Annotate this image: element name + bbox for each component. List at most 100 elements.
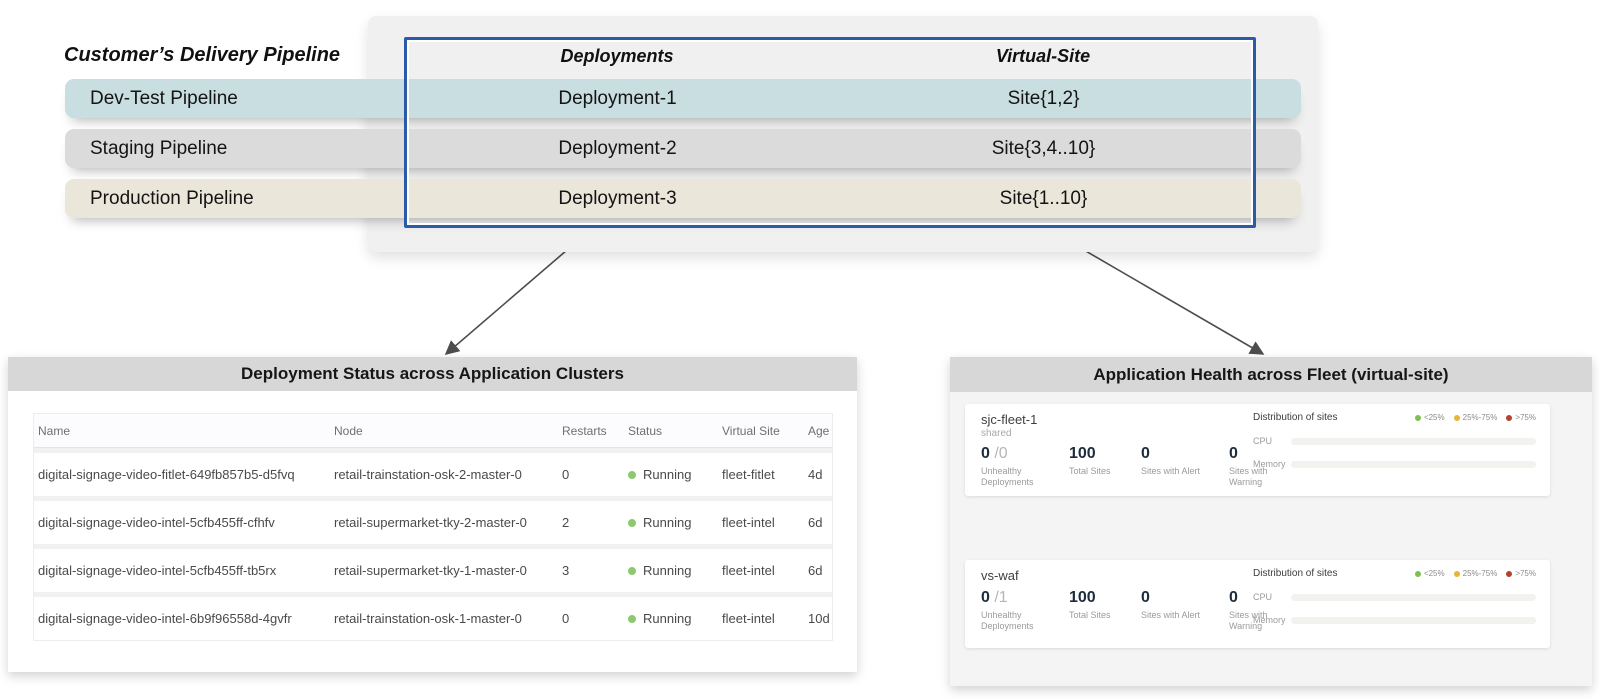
stat-label: Unhealthy Deployments xyxy=(981,466,1041,489)
age-value: 6d xyxy=(804,515,832,530)
stat-sites-with-alert: 0 Sites with Alert xyxy=(1141,589,1229,633)
stat-total-sites: 100 Total Sites xyxy=(1069,445,1141,489)
unhealthy-total: /0 xyxy=(994,445,1007,462)
age-value: 4d xyxy=(804,467,832,482)
application-health-header: Application Health across Fleet (virtual… xyxy=(950,357,1592,392)
column-header-name: Name xyxy=(34,424,330,438)
memory-distribution-row: Memory xyxy=(1253,615,1536,625)
stat-unhealthy-deployments: 0 /0 Unhealthy Deployments xyxy=(981,445,1069,489)
legend-item-high: >75% xyxy=(1506,569,1536,578)
node-name: retail-trainstation-osk-2-master-0 xyxy=(330,467,558,482)
restarts-value: 0 xyxy=(558,611,624,626)
table-row: digital-signage-video-intel-6b9f96558d-4… xyxy=(34,592,832,640)
pipeline-table-title: Customer’s Delivery Pipeline xyxy=(64,44,340,67)
legend-label: 25%-75% xyxy=(1463,413,1498,422)
unhealthy-value: 0 xyxy=(981,589,990,606)
stat-sites-with-alert: 0 Sites with Alert xyxy=(1141,445,1229,489)
age-value: 10d xyxy=(804,611,832,626)
legend-label: >75% xyxy=(1515,413,1536,422)
cpu-bar-track xyxy=(1291,594,1536,601)
legend-label: <25% xyxy=(1424,569,1445,578)
restarts-value: 3 xyxy=(558,563,624,578)
node-name: retail-supermarket-tky-1-master-0 xyxy=(330,563,558,578)
column-header-restarts: Restarts xyxy=(558,424,624,438)
table-row: digital-signage-video-intel-5cfb455ff-tb… xyxy=(34,544,832,592)
cpu-label: CPU xyxy=(1253,592,1291,602)
total-sites-value: 100 xyxy=(1069,445,1141,463)
legend-item-high: >75% xyxy=(1506,413,1536,422)
pipeline-name: Staging Pipeline xyxy=(65,138,227,160)
pod-name: digital-signage-video-intel-5cfb455ff-cf… xyxy=(34,515,330,530)
memory-distribution-row: Memory xyxy=(1253,459,1536,469)
legend-item-low: <25% xyxy=(1415,413,1445,422)
total-sites-value: 100 xyxy=(1069,589,1141,607)
running-status-dot xyxy=(628,519,636,527)
legend-label: <25% xyxy=(1424,413,1445,422)
running-status-dot xyxy=(628,567,636,575)
age-value: 6d xyxy=(804,563,832,578)
unhealthy-total: /1 xyxy=(994,589,1007,606)
pod-name: digital-signage-video-fitlet-649fb857b5-… xyxy=(34,467,330,482)
status-cell: Running xyxy=(624,467,718,482)
green-dot-icon xyxy=(1415,415,1421,421)
distribution-title: Distribution of sites xyxy=(1253,568,1337,579)
column-header-node: Node xyxy=(330,424,558,438)
application-health-title: Application Health across Fleet (virtual… xyxy=(1093,365,1448,385)
orange-dot-icon xyxy=(1454,415,1460,421)
stat-label: Sites with Warning xyxy=(1229,466,1289,489)
table-row: digital-signage-video-intel-5cfb455ff-cf… xyxy=(34,496,832,544)
stat-label: Sites with Alert xyxy=(1141,466,1201,477)
fleet-health-card-sjc-fleet-1: sjc-fleet-1 shared 0 /0 Unhealthy Deploy… xyxy=(965,404,1550,496)
stat-label: Total Sites xyxy=(1069,466,1129,477)
column-header-virtual-site: Virtual Site xyxy=(718,424,804,438)
running-status-dot xyxy=(628,615,636,623)
status-cell: Running xyxy=(624,515,718,530)
deployments-virtualsite-highlight-box xyxy=(404,37,1256,228)
status-cell: Running xyxy=(624,611,718,626)
memory-label: Memory xyxy=(1253,615,1291,625)
node-name: retail-supermarket-tky-2-master-0 xyxy=(330,515,558,530)
cpu-distribution-row: CPU xyxy=(1253,592,1536,602)
fleet-health-card-vs-waf: vs-waf 0 /1 Unhealthy Deployments 100 To… xyxy=(965,560,1550,648)
distribution-legend: <25% 25%-75% >75% xyxy=(1415,569,1536,578)
memory-label: Memory xyxy=(1253,459,1291,469)
red-dot-icon xyxy=(1506,571,1512,577)
legend-item-mid: 25%-75% xyxy=(1454,413,1498,422)
table-row: digital-signage-video-fitlet-649fb857b5-… xyxy=(34,448,832,496)
red-dot-icon xyxy=(1506,415,1512,421)
restarts-value: 2 xyxy=(558,515,624,530)
pipeline-name: Dev-Test Pipeline xyxy=(65,88,238,110)
pod-name: digital-signage-video-intel-5cfb455ff-tb… xyxy=(34,563,330,578)
virtual-site-value: fleet-intel xyxy=(718,563,804,578)
virtual-site-value: fleet-intel xyxy=(718,611,804,626)
sites-with-alert-value: 0 xyxy=(1141,445,1229,463)
running-status-dot xyxy=(628,471,636,479)
distribution-of-sites: Distribution of sites <25% 25%-75% >75% … xyxy=(1253,412,1536,469)
cpu-bar-track xyxy=(1291,438,1536,445)
deployment-status-panel: Deployment Status across Application Clu… xyxy=(8,357,857,672)
node-name: retail-trainstation-osk-1-master-0 xyxy=(330,611,558,626)
virtual-site-value: fleet-intel xyxy=(718,515,804,530)
pipeline-name: Production Pipeline xyxy=(65,188,254,210)
sites-with-alert-value: 0 xyxy=(1141,589,1229,607)
status-label: Running xyxy=(643,563,691,578)
status-label: Running xyxy=(643,611,691,626)
distribution-of-sites: Distribution of sites <25% 25%-75% >75% … xyxy=(1253,568,1536,625)
virtual-site-value: fleet-fitlet xyxy=(718,467,804,482)
distribution-title: Distribution of sites xyxy=(1253,412,1337,423)
deployment-table: Name Node Restarts Status Virtual Site A… xyxy=(33,413,833,641)
column-header-age: Age xyxy=(804,424,832,438)
application-health-panel: Application Health across Fleet (virtual… xyxy=(950,357,1592,686)
memory-bar-track xyxy=(1291,617,1536,624)
restarts-value: 0 xyxy=(558,467,624,482)
diagram-canvas: Customer’s Delivery Pipeline Deployments… xyxy=(0,0,1600,699)
status-cell: Running xyxy=(624,563,718,578)
cpu-label: CPU xyxy=(1253,436,1291,446)
stat-label: Unhealthy Deployments xyxy=(981,610,1041,633)
legend-label: 25%-75% xyxy=(1463,569,1498,578)
stat-label: Sites with Alert xyxy=(1141,610,1201,621)
stat-unhealthy-deployments: 0 /1 Unhealthy Deployments xyxy=(981,589,1069,633)
orange-dot-icon xyxy=(1454,571,1460,577)
legend-label: >75% xyxy=(1515,569,1536,578)
memory-bar-track xyxy=(1291,461,1536,468)
